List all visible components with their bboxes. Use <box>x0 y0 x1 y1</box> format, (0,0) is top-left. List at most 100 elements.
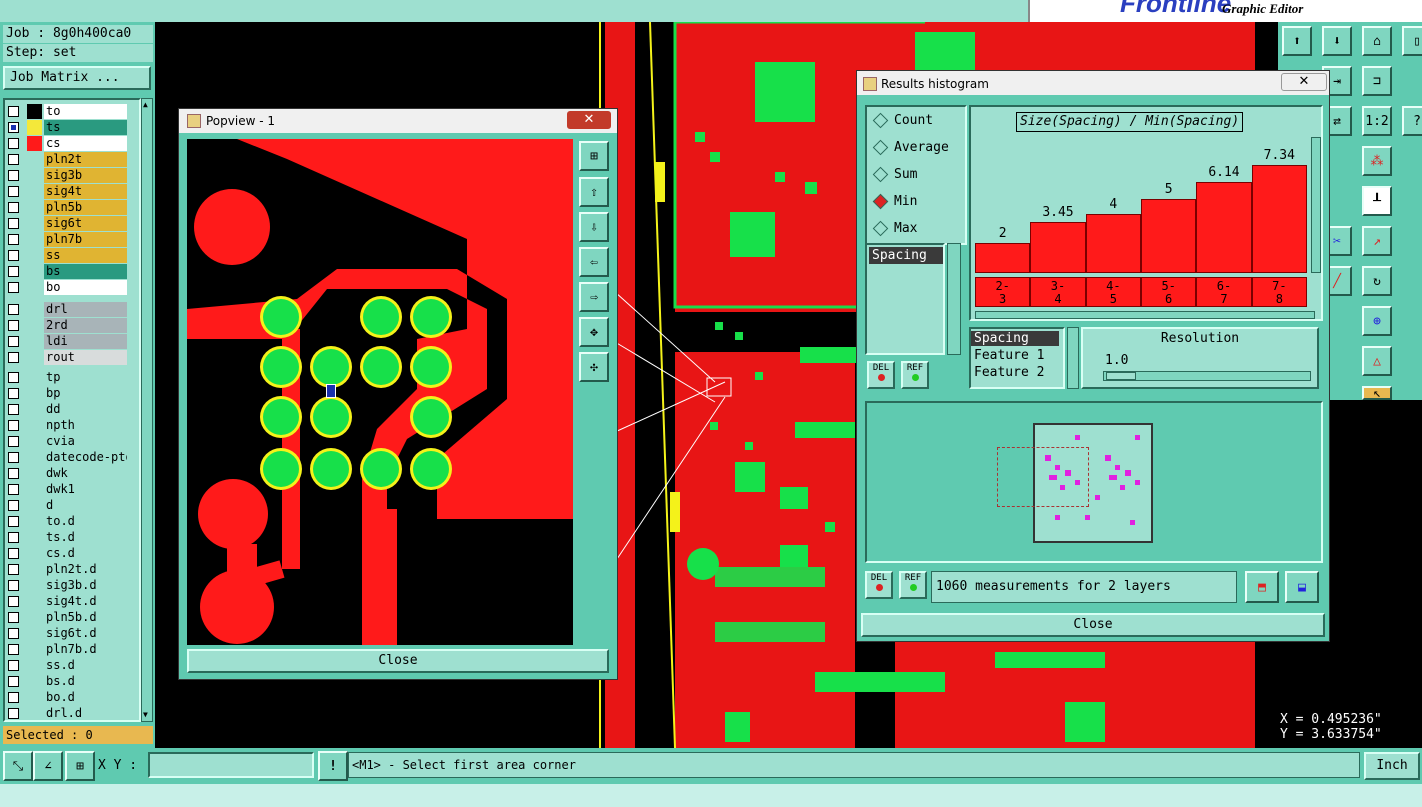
layer-name[interactable]: pln2t <box>44 152 127 167</box>
layer-checkbox[interactable] <box>8 596 19 607</box>
layer-checkbox[interactable] <box>8 708 19 719</box>
resolution-slider-thumb[interactable] <box>1106 372 1136 380</box>
scroll-up-icon[interactable]: ▲ <box>143 101 151 109</box>
histogram-category-label[interactable]: 2- 3 <box>975 277 1031 307</box>
layer-row-ts[interactable]: ts <box>5 120 139 135</box>
layer-list[interactable]: to ts cs pln2t sig3b sig4t pln5b sig6t pln7b ss bs… <box>3 98 141 722</box>
warning-icon[interactable]: ! <box>318 751 348 781</box>
layer-checkbox[interactable] <box>8 452 19 463</box>
histogram-bar[interactable] <box>1085 214 1141 273</box>
popview-zoom-fit-icon[interactable]: ⊞ <box>579 141 609 171</box>
popview-close-icon[interactable]: ✕ <box>567 111 611 129</box>
layer-checkbox[interactable] <box>8 468 19 479</box>
layer-checkbox[interactable] <box>8 516 19 527</box>
layer-row-datecode-pto[interactable]: datecode-pto <box>5 450 139 465</box>
layer-name[interactable]: ldi <box>44 334 127 349</box>
layer-name[interactable]: bs.d <box>44 674 127 689</box>
layer-checkbox[interactable] <box>8 692 19 703</box>
layer-checkbox[interactable] <box>8 106 19 117</box>
layer-row-pln7b[interactable]: pln7b <box>5 232 139 247</box>
layer-checkbox[interactable] <box>8 186 19 197</box>
popview-close-button[interactable]: Close <box>187 649 609 673</box>
layer-row-rout[interactable]: rout <box>5 350 139 365</box>
layer-checkbox[interactable] <box>8 612 19 623</box>
toolbar-measure-icon[interactable]: △ <box>1362 346 1392 376</box>
layer-row-sig6t[interactable]: sig6t <box>5 216 139 231</box>
del-button-top[interactable]: DEL <box>867 361 895 389</box>
layer-row-pln7b-d[interactable]: pln7b.d <box>5 642 139 657</box>
toolbar-pointer-icon[interactable]: ↖ <box>1362 386 1392 401</box>
layer-row-dwk1[interactable]: dwk1 <box>5 482 139 497</box>
layer-row-ss[interactable]: ss <box>5 248 139 263</box>
layer-checkbox[interactable] <box>8 660 19 671</box>
layer-checkbox[interactable] <box>8 580 19 591</box>
layer-checkbox[interactable] <box>8 234 19 245</box>
layer-row-pln2t[interactable]: pln2t <box>5 152 139 167</box>
xy-input[interactable] <box>148 752 314 778</box>
layer-row-dwk[interactable]: dwk <box>5 466 139 481</box>
popview-titlebar[interactable]: Popview - 1 ✕ <box>179 109 617 133</box>
toolbar-save-icon[interactable]: ⬇ <box>1322 26 1352 56</box>
histogram-category-label[interactable]: 3- 4 <box>1030 277 1086 307</box>
popview-zoom-out-icon[interactable]: ✣ <box>579 352 609 382</box>
layer-row-to[interactable]: to <box>5 104 139 119</box>
layer-checkbox[interactable] <box>8 250 19 261</box>
layer-name[interactable]: cvia <box>44 434 127 449</box>
layer-row-bp[interactable]: bp <box>5 386 139 401</box>
toolbar-connect-icon[interactable]: ↗ <box>1362 226 1392 256</box>
layer-row-bs[interactable]: bs <box>5 264 139 279</box>
layer-name[interactable]: tp <box>44 370 127 385</box>
toolbar-home-icon[interactable]: ⌂ <box>1362 26 1392 56</box>
layer-checkbox[interactable] <box>8 266 19 277</box>
popview-zoom-in-icon[interactable]: ✥ <box>579 317 609 347</box>
layer-row-drl-d[interactable]: drl.d <box>5 706 139 720</box>
layer-checkbox[interactable] <box>8 500 19 511</box>
layer-checkbox[interactable] <box>8 484 19 495</box>
layer-checkbox[interactable] <box>8 352 19 363</box>
layer-row-2rd[interactable]: 2rd <box>5 318 139 333</box>
layer-name[interactable]: ts.d <box>44 530 127 545</box>
histogram-category-label[interactable]: 7- 8 <box>1251 277 1307 307</box>
layer-row-bo-d[interactable]: bo.d <box>5 690 139 705</box>
layer-select-list[interactable]: Spacing <box>865 243 945 355</box>
histogram-bar[interactable] <box>1030 222 1086 273</box>
layer-checkbox[interactable] <box>8 170 19 181</box>
layer-checkbox[interactable] <box>8 336 19 347</box>
layer-name[interactable]: dwk1 <box>44 482 127 497</box>
measure-item-spacing[interactable]: Spacing <box>971 331 1059 346</box>
layer-name[interactable]: npth <box>44 418 127 433</box>
toolbar-arc-icon[interactable]: ↻ <box>1362 266 1392 296</box>
radio-count[interactable]: Count <box>872 112 933 133</box>
layer-name[interactable]: rout <box>44 350 127 365</box>
layer-list-scrollbar[interactable]: ▲ ▼ <box>141 98 153 722</box>
layer-name[interactable]: ts <box>44 120 127 135</box>
radio-diamond-icon[interactable] <box>872 220 889 237</box>
measure-list-scrollbar[interactable] <box>1067 327 1079 389</box>
ref-button-top[interactable]: REF <box>901 361 929 389</box>
radio-diamond-icon[interactable] <box>872 112 889 129</box>
layer-name[interactable]: bs <box>44 264 127 279</box>
layer-row-ss-d[interactable]: ss.d <box>5 658 139 673</box>
layer-checkbox[interactable] <box>8 420 19 431</box>
layer-name[interactable]: ss <box>44 248 127 263</box>
layer-checkbox[interactable] <box>8 644 19 655</box>
layer-checkbox[interactable] <box>8 304 19 315</box>
layer-checkbox[interactable] <box>8 676 19 687</box>
category-scrollbar[interactable] <box>975 311 1315 319</box>
layer-name[interactable]: to.d <box>44 514 127 529</box>
layer-checkbox[interactable] <box>8 564 19 575</box>
layer-name[interactable]: sig4t <box>44 184 127 199</box>
layer-row-cs-d[interactable]: cs.d <box>5 546 139 561</box>
layer-name[interactable]: cs <box>44 136 127 151</box>
layer-checkbox[interactable] <box>8 548 19 559</box>
preview-zoom-box[interactable] <box>997 447 1089 507</box>
histogram-category-label[interactable]: 5- 6 <box>1141 277 1197 307</box>
layer-checkbox[interactable] <box>8 320 19 331</box>
grid-snap-icon[interactable]: ⊞ <box>65 751 95 781</box>
layer-name[interactable]: dwk <box>44 466 127 481</box>
layer-name[interactable]: dd <box>44 402 127 417</box>
layer-name[interactable]: pln7b.d <box>44 642 127 657</box>
measurement-type-list[interactable]: Spacing Feature 1 Feature 2 <box>969 327 1065 389</box>
layer-name[interactable]: 2rd <box>44 318 127 333</box>
layer-row-pln5b[interactable]: pln5b <box>5 200 139 215</box>
